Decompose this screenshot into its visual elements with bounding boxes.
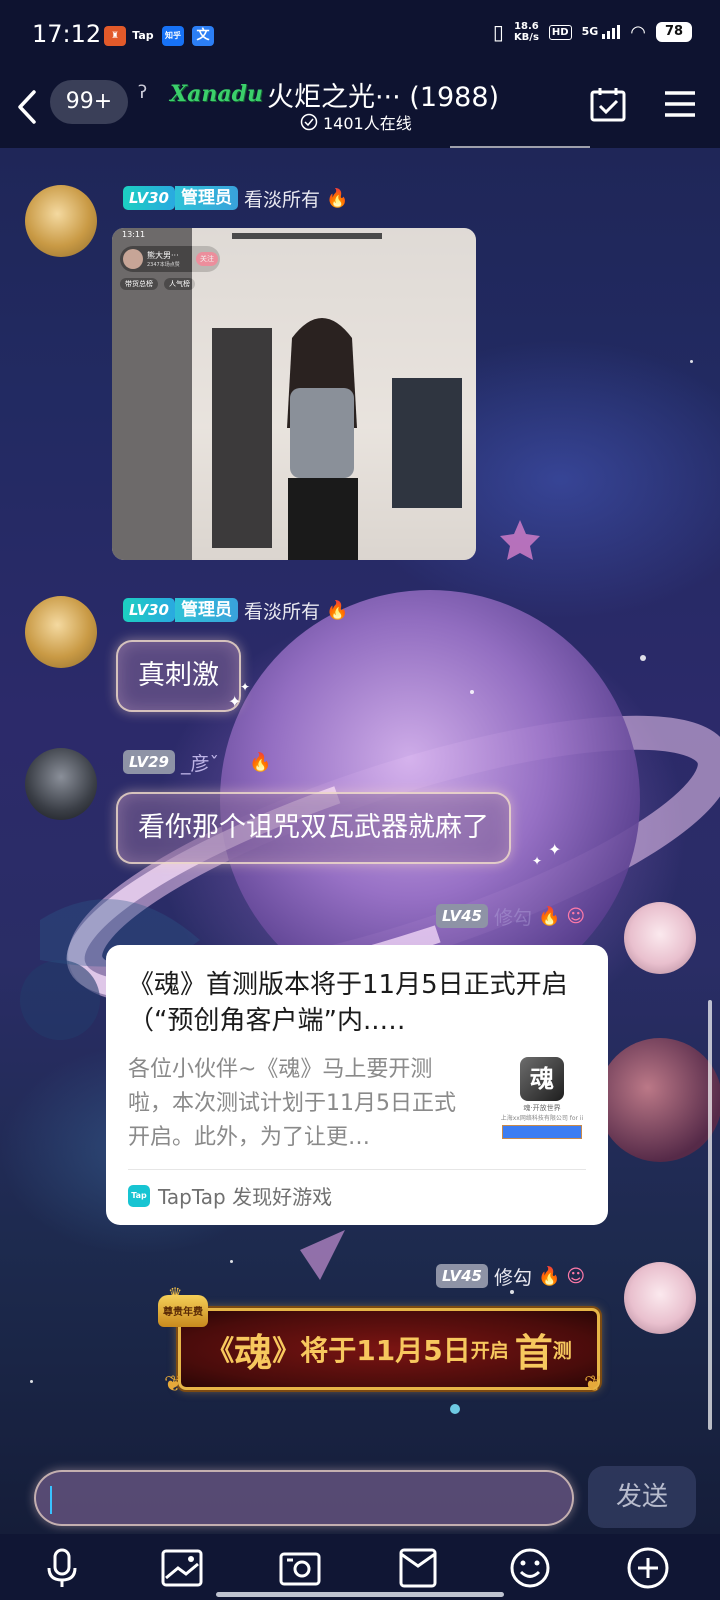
smile-badge-icon: ☺ [566, 1265, 586, 1287]
vip-banner-message[interactable]: 《魂》将于11月5日 开启首测 [178, 1308, 600, 1390]
online-count: 1401人在线 [300, 110, 412, 134]
role-badge: 管理员 [174, 598, 238, 622]
banner-wing-left-icon: ❦ [164, 1372, 183, 1397]
level-badge: LV45 [436, 1264, 488, 1288]
sparkle-icon: ✦ [548, 840, 562, 859]
online-check-icon [300, 113, 318, 131]
status-time: 17:12 [32, 20, 102, 48]
banner-part3: 》将于11月5日 [272, 1334, 471, 1367]
banner-part4: 开启 [470, 1339, 509, 1362]
sender-line: LV30 管理员 看淡所有 🔥 [123, 184, 348, 212]
sparkle-icon: ✦ [228, 692, 242, 711]
network-speed-value: 18.6 [514, 21, 539, 32]
share-card[interactable]: 《魂》首测版本将于11月5日正式开启（“预创角客户端”内..… 各位小伙伴~《魂… [106, 945, 608, 1225]
network-type: 5G [581, 25, 599, 38]
flame-icon: 🔥 [326, 599, 349, 621]
taptap-app-icon: Tap [132, 29, 154, 42]
sender-nickname[interactable]: 修勾 [494, 903, 532, 930]
vip-badge: 尊贵年费 [158, 1295, 208, 1327]
sender-nickname[interactable]: 看淡所有 [244, 597, 320, 624]
game-app-icon: ♜ [104, 26, 126, 46]
video-message[interactable]: 13:11 熊大男··· 2347本场点赞 关注 带货总榜 人气榜 [112, 228, 476, 560]
red-packet-icon[interactable] [394, 1544, 442, 1592]
share-source-text: TapTap 发现好游戏 [158, 1185, 333, 1209]
share-source: Tap TapTap 发现好游戏 [128, 1169, 586, 1215]
group-title: 火炬之光··· (1988) [266, 81, 500, 113]
unread-count-badge[interactable]: 99+ [50, 80, 128, 124]
chat-header: 99+ ʔ Xanadu 火炬之光··· (1988) 1401人在线 [0, 72, 720, 148]
group-logo: Xanadu [170, 81, 263, 107]
avatar[interactable] [624, 1262, 696, 1334]
level-badge: LV30 [123, 186, 175, 210]
input-toolbar [0, 1534, 720, 1600]
avatar[interactable] [25, 596, 97, 668]
menu-icon[interactable] [660, 84, 700, 124]
text-caret [50, 1486, 52, 1514]
signal-icon: 5G [582, 25, 621, 39]
avatar[interactable] [25, 185, 97, 257]
status-indicators: ▯ 18.6 KB/s HD 5G ◠ 78 [493, 20, 692, 44]
banner-part1: 《 [206, 1334, 235, 1367]
game-icon: 魂 [520, 1057, 564, 1101]
flame-icon: 🔥 [538, 905, 561, 927]
banner-part6: 测 [552, 1339, 572, 1362]
back-arrow-icon[interactable] [12, 86, 42, 128]
plus-icon[interactable] [624, 1544, 672, 1592]
sparkle-icon: ✦ [532, 854, 543, 868]
role-badge: 管理员 [174, 186, 238, 210]
sender-line: LV45 修勾 🔥 ☺ [436, 1262, 585, 1290]
sender-nickname[interactable]: 看淡所有 [244, 185, 320, 212]
wifi-icon: ◠ [630, 21, 646, 43]
thumb-button [502, 1125, 582, 1139]
emoji-icon[interactable] [506, 1544, 554, 1592]
level-badge: LV29 [123, 750, 175, 774]
zhihu-app-icon: 知乎 [162, 26, 184, 46]
message-input[interactable] [34, 1470, 574, 1526]
sender-nickname[interactable]: 修勾 [494, 1263, 532, 1290]
camera-icon[interactable] [276, 1544, 324, 1592]
share-title: 《魂》首测版本将于11月5日正式开启（“预创角客户端”内..… [128, 970, 568, 1036]
text-bubble[interactable]: 真刺激 [116, 640, 241, 712]
avatar[interactable] [624, 902, 696, 974]
online-count-text: 1401人在线 [323, 114, 412, 133]
microphone-icon[interactable] [38, 1544, 86, 1592]
thumb-company: 上海xx网络科技有限公司 for ii [500, 1115, 584, 1122]
thumb-caption: 魂·开放世界 [523, 1104, 561, 1112]
avatar[interactable] [25, 748, 97, 820]
calendar-check-icon[interactable] [588, 84, 628, 124]
image-icon[interactable] [158, 1544, 206, 1592]
sparkle-icon: ✦ [240, 680, 251, 694]
text-bubble[interactable]: 看你那个诅咒双瓦武器就麻了 [116, 792, 511, 864]
flame-icon: 🔥 [249, 751, 272, 773]
flame-icon: 🔥 [326, 187, 349, 209]
home-indicator[interactable] [216, 1592, 504, 1597]
taptap-icon: Tap [128, 1184, 150, 1207]
level-badge: LV30 [123, 598, 175, 622]
hd-badge: HD [548, 24, 572, 40]
video-thumbnail [192, 228, 476, 560]
banner-wing-right-icon: ❦ [584, 1372, 603, 1397]
battery-icon: 78 [656, 22, 692, 42]
banner-part5: 首 [514, 1329, 553, 1375]
sender-line: LV29 _彦ˇ 🔥 [123, 748, 271, 776]
sender-nickname[interactable]: _彦ˇ [181, 749, 219, 776]
share-thumbnail: 魂 魂·开放世界 上海xx网络科技有限公司 for ii [498, 1057, 586, 1141]
group-title-row[interactable]: Xanadu 火炬之光··· (1988) [140, 74, 540, 114]
share-description: 各位小伙伴~《魂》马上要开测啦，本次测试计划于11月5日正式开启。此外，为了让更… [128, 1057, 456, 1150]
smile-badge-icon: ☺ [566, 905, 586, 927]
flame-icon: 🔥 [538, 1265, 561, 1287]
banner-part2: 魂 [234, 1329, 273, 1375]
scrollbar[interactable] [708, 1000, 712, 1430]
status-bar: 17:12 ♜ Tap 知乎 文 ▯ 18.6 KB/s HD 5G ◠ 78 [0, 0, 720, 72]
send-button[interactable]: 发送 [588, 1466, 696, 1528]
level-badge: LV45 [436, 904, 488, 928]
header-divider [450, 146, 590, 148]
network-speed: 18.6 KB/s [514, 21, 539, 43]
network-speed-unit: KB/s [513, 32, 539, 43]
sender-line: LV30 管理员 看淡所有 🔥 [123, 596, 348, 624]
sender-line: LV45 修勾 🔥 ☺ [436, 902, 585, 930]
vibrate-icon: ▯ [492, 20, 504, 44]
translate-app-icon: 文 [192, 26, 214, 46]
